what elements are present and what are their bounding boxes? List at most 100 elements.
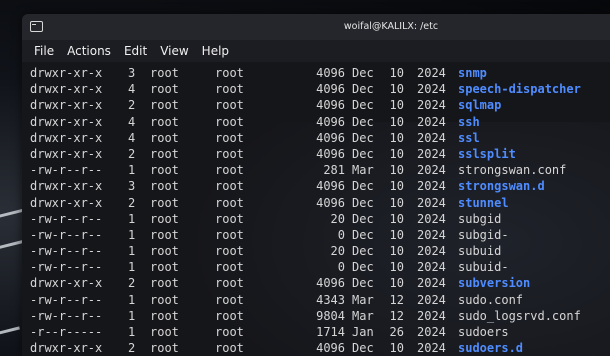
file-size: 4096 — [316, 179, 345, 194]
file-name: strongswan.d — [458, 179, 545, 194]
file-name: strongswan.conf — [458, 163, 567, 178]
file-size: 4096 — [316, 114, 345, 129]
month: Dec — [352, 66, 374, 80]
menu-actions[interactable]: Actions — [67, 44, 111, 58]
link-count: 2 — [128, 195, 136, 210]
listing-row: drwxr-xr-x 2 root root 4096 Dec 10 2024 stunnel — [30, 195, 610, 211]
file-name: subgid- — [458, 227, 509, 242]
group: root — [215, 260, 244, 275]
day: 26 — [389, 325, 404, 339]
permissions: -rw-r--r-- — [30, 211, 103, 226]
link-count: 1 — [128, 163, 136, 178]
menu-view[interactable]: View — [160, 44, 188, 58]
file-size: 0 — [337, 260, 345, 275]
year: 2024 — [417, 179, 446, 194]
day: 10 — [389, 244, 404, 259]
group: root — [215, 292, 244, 307]
menu-edit[interactable]: Edit — [124, 44, 147, 58]
terminal-output[interactable]: drwxr-xr-x 3 root root 4096 Dec 10 2024 snmp drwx… — [22, 62, 610, 356]
permissions: -rw-r--r-- — [30, 308, 103, 323]
file-size: 4096 — [316, 98, 345, 113]
month: Mar — [352, 308, 374, 323]
file-name: sudo.conf — [458, 292, 524, 307]
listing-row: drwxr-xr-x 2 root root 4096 Dec 10 2024 sslsplit — [30, 146, 610, 162]
file-size: 4096 — [316, 146, 345, 161]
owner: root — [150, 260, 179, 275]
group: root — [215, 195, 244, 210]
year: 2024 — [417, 114, 446, 129]
month: Dec — [352, 130, 374, 145]
month: Jan — [352, 325, 374, 339]
listing-row: drwxr-xr-x 3 root root 4096 Dec 10 2024 strongsw… — [30, 178, 610, 194]
menu-file[interactable]: File — [34, 44, 54, 58]
title-bar[interactable]: woifal@KALILX: /etc — [22, 14, 610, 40]
day: 10 — [389, 227, 404, 242]
listing-row: drwxr-xr-x 2 root root 4096 Dec 10 2024 sudoers.… — [30, 340, 610, 356]
year: 2024 — [417, 98, 446, 113]
permissions: drwxr-xr-x — [30, 195, 103, 210]
owner: root — [150, 195, 179, 210]
owner: root — [150, 66, 179, 80]
file-name: subuid — [458, 244, 502, 259]
day: 10 — [389, 66, 404, 80]
terminal-window[interactable]: woifal@KALILX: /etc File Actions Edit Vi… — [22, 14, 610, 356]
owner: root — [150, 325, 179, 339]
file-size: 4096 — [316, 341, 345, 356]
file-name: ssh — [458, 114, 480, 129]
listing-row: -rw-r--r-- 1 root root 9804 Mar 12 2024 sudo_log… — [30, 308, 610, 324]
month: Dec — [352, 179, 374, 194]
day: 10 — [389, 179, 404, 194]
year: 2024 — [417, 146, 446, 161]
year: 2024 — [417, 341, 446, 356]
permissions: drwxr-xr-x — [30, 82, 103, 97]
group: root — [215, 114, 244, 129]
month: Dec — [352, 276, 374, 291]
file-size: 0 — [337, 227, 345, 242]
group: root — [215, 98, 244, 113]
listing-row: drwxr-xr-x 4 root root 4096 Dec 10 2024 ssl — [30, 130, 610, 146]
listing-row: -rw-r--r-- 1 root root 0 Dec 10 2024 subgid- — [30, 227, 610, 243]
window-title: woifal@KALILX: /etc — [343, 21, 439, 32]
permissions: -rw-r--r-- — [30, 227, 103, 242]
owner: root — [150, 146, 179, 161]
day: 10 — [389, 82, 404, 97]
group: root — [215, 179, 244, 194]
file-size: 4096 — [316, 195, 345, 210]
group: root — [215, 82, 244, 97]
listing-row: -rw-r--r-- 1 root root 20 Dec 10 2024 subuid — [30, 243, 610, 259]
year: 2024 — [417, 227, 446, 242]
file-size: 20 — [330, 211, 345, 226]
file-size: 4343 — [316, 292, 345, 307]
year: 2024 — [417, 130, 446, 145]
link-count: 2 — [128, 341, 136, 356]
day: 10 — [389, 211, 404, 226]
file-name: subversion — [458, 276, 531, 291]
day: 10 — [389, 146, 404, 161]
file-name: snmp — [458, 66, 487, 80]
file-name: sudo_logsrvd.conf — [458, 308, 581, 323]
permissions: drwxr-xr-x — [30, 179, 103, 194]
month: Dec — [352, 341, 374, 356]
listing-row: drwxr-xr-x 3 root root 4096 Dec 10 2024 snmp — [30, 65, 610, 81]
listing-row: drwxr-xr-x 4 root root 4096 Dec 10 2024 speech-d… — [30, 81, 610, 97]
link-count: 2 — [128, 146, 136, 161]
link-count: 4 — [128, 82, 136, 97]
day: 10 — [389, 195, 404, 210]
listing-row: drwxr-xr-x 2 root root 4096 Dec 10 2024 subversi… — [30, 275, 610, 291]
month: Dec — [352, 195, 374, 210]
year: 2024 — [417, 292, 446, 307]
owner: root — [150, 163, 179, 178]
file-name: ssl — [458, 130, 480, 145]
menu-help[interactable]: Help — [202, 44, 229, 58]
group: root — [215, 276, 244, 291]
link-count: 1 — [128, 325, 136, 339]
year: 2024 — [417, 308, 446, 323]
owner: root — [150, 308, 179, 323]
permissions: drwxr-xr-x — [30, 341, 103, 356]
file-size: 281 — [323, 163, 345, 178]
year: 2024 — [417, 260, 446, 275]
group: root — [215, 146, 244, 161]
owner: root — [150, 179, 179, 194]
owner: root — [150, 227, 179, 242]
file-name: subgid — [458, 211, 502, 226]
